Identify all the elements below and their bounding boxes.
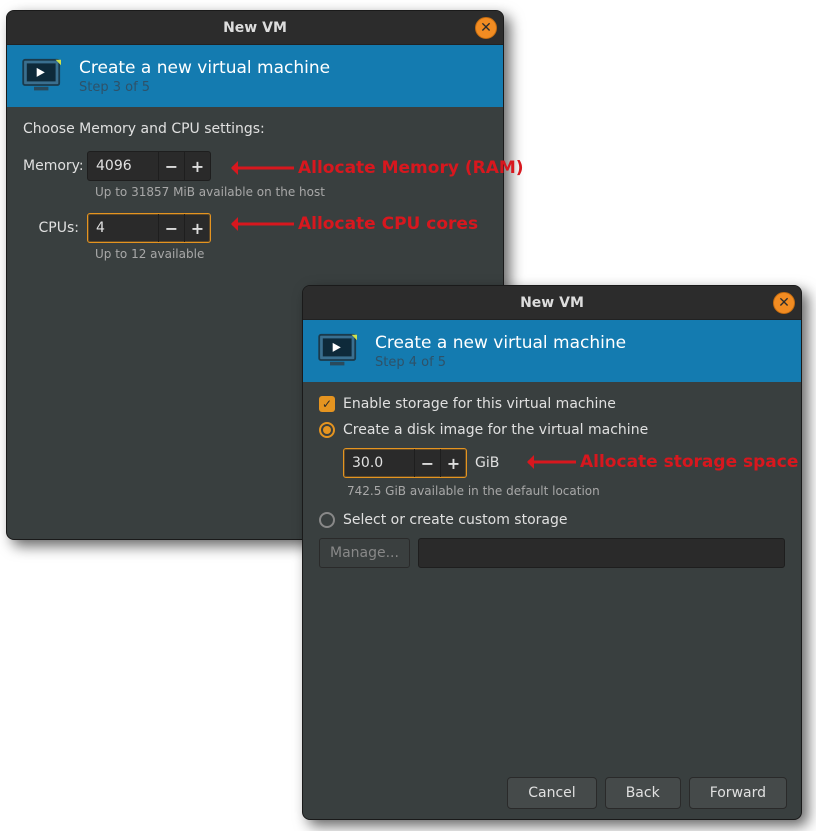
titlebar[interactable]: New VM — [303, 286, 801, 320]
memory-plus-button[interactable]: + — [184, 152, 210, 180]
back-button[interactable]: Back — [605, 777, 681, 809]
disk-size-spinbox[interactable]: − + — [343, 448, 467, 478]
create-disk-label: Create a disk image for the virtual mach… — [343, 422, 648, 438]
memory-spinbox[interactable]: − + — [87, 151, 211, 181]
cpus-input[interactable] — [88, 220, 158, 236]
cpus-minus-button[interactable]: − — [158, 214, 184, 242]
cpus-spinbox[interactable]: − + — [87, 213, 211, 243]
memory-minus-button[interactable]: − — [158, 152, 184, 180]
cpus-hint: Up to 12 available — [95, 247, 487, 261]
memory-hint: Up to 31857 MiB available on the host — [95, 185, 487, 199]
wizard-step: Step 3 of 5 — [79, 80, 330, 95]
cancel-button[interactable]: Cancel — [507, 777, 596, 809]
window-title: New VM — [520, 295, 584, 311]
enable-storage-checkbox[interactable] — [319, 396, 335, 412]
wizard-header: Create a new virtual machine Step 3 of 5 — [7, 45, 503, 107]
wizard-header: Create a new virtual machine Step 4 of 5 — [303, 320, 801, 382]
wizard-heading: Create a new virtual machine — [375, 333, 626, 353]
manage-button[interactable]: Manage... — [319, 538, 410, 568]
custom-storage-row[interactable]: Select or create custom storage — [319, 512, 785, 528]
wizard-step: Step 4 of 5 — [375, 355, 626, 370]
enable-storage-row[interactable]: Enable storage for this virtual machine — [319, 396, 785, 412]
custom-storage-label: Select or create custom storage — [343, 512, 568, 528]
close-icon[interactable] — [475, 17, 497, 39]
new-vm-step4-window: New VM Create a new virtual machine Step… — [302, 285, 802, 820]
vm-icon — [317, 333, 361, 369]
forward-button[interactable]: Forward — [689, 777, 787, 809]
cpus-plus-button[interactable]: + — [184, 214, 210, 242]
custom-storage-radio[interactable] — [319, 512, 335, 528]
disk-size-input[interactable] — [344, 455, 414, 471]
custom-storage-path-input[interactable] — [418, 538, 785, 568]
enable-storage-label: Enable storage for this virtual machine — [343, 396, 616, 412]
create-disk-radio[interactable] — [319, 422, 335, 438]
disk-plus-button[interactable]: + — [440, 449, 466, 477]
disk-size-unit: GiB — [475, 455, 499, 471]
section-title: Choose Memory and CPU settings: — [23, 121, 487, 137]
disk-minus-button[interactable]: − — [414, 449, 440, 477]
wizard-heading: Create a new virtual machine — [79, 58, 330, 78]
titlebar[interactable]: New VM — [7, 11, 503, 45]
close-icon[interactable] — [773, 292, 795, 314]
disk-hint: 742.5 GiB available in the default locat… — [347, 484, 785, 498]
cpus-label: CPUs: — [23, 220, 87, 236]
memory-input[interactable] — [88, 158, 158, 174]
vm-icon — [21, 58, 65, 94]
create-disk-row[interactable]: Create a disk image for the virtual mach… — [319, 422, 785, 438]
window-title: New VM — [223, 20, 287, 36]
memory-label: Memory: — [23, 158, 87, 174]
